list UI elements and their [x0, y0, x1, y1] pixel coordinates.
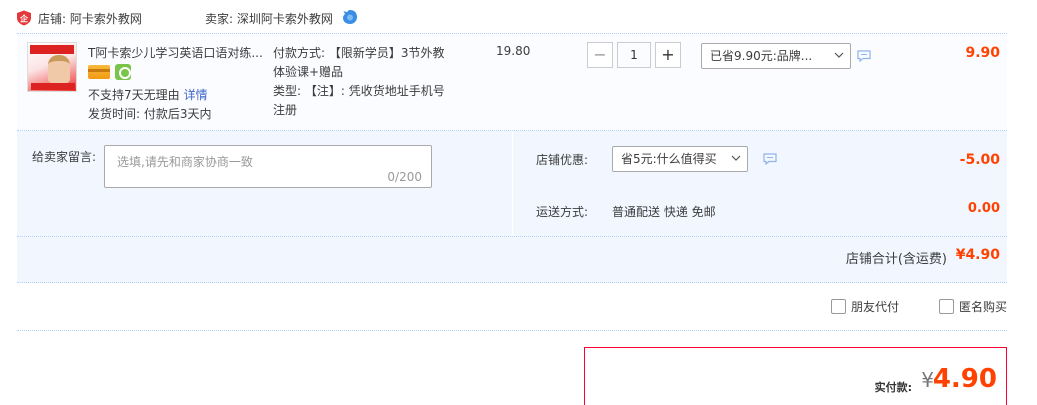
- credit-card-icon: [88, 65, 110, 79]
- ship-time: 发货时间: 付款后3天内: [88, 107, 212, 121]
- friend-pay-option[interactable]: 朋友代付: [831, 298, 899, 315]
- friend-pay-label: 朋友代付: [851, 300, 900, 314]
- shop-promo-dropdown[interactable]: 省5元:什么值得买: [612, 146, 748, 172]
- chevron-down-icon: [834, 52, 844, 58]
- comment-icon[interactable]: [763, 153, 777, 165]
- svg-text:企: 企: [19, 14, 29, 24]
- anonymous-purchase-option[interactable]: 匿名购买: [939, 298, 1007, 315]
- pay-label: 实付款:: [874, 381, 912, 394]
- comment-icon[interactable]: [857, 50, 871, 62]
- shop-promo-selected: 省5元:什么值得买: [621, 152, 717, 166]
- sku-line: 体验课+赠品: [273, 65, 344, 79]
- item-total: 9.90: [965, 45, 1000, 61]
- return-policy-detail-link[interactable]: 详情: [184, 88, 208, 102]
- sku-info: 付款方式: 【限新学员】3节外教 体验课+赠品 类型: 【注】: 凭收货地址手机…: [273, 44, 463, 120]
- quantity-input[interactable]: 1: [617, 42, 651, 68]
- anonymous-purchase-label: 匿名购买: [959, 300, 1008, 314]
- sku-line: 注册: [273, 103, 298, 117]
- anonymous-purchase-checkbox[interactable]: [939, 299, 954, 314]
- service-badge-icon: [115, 64, 131, 80]
- sku-line: 类型: 【注】: 凭收货地址手机号: [273, 84, 445, 98]
- unit-price: 19.80: [496, 44, 531, 58]
- payment-summary: 实付款: ¥ 4.90: [584, 347, 1007, 405]
- seller-message-placeholder: 选填,请先和商家协商一致: [117, 155, 253, 169]
- shipping-amount: 0.00: [967, 201, 1000, 216]
- shop-promo-label: 店铺优惠:: [536, 153, 589, 167]
- decrease-quantity-button[interactable]: −: [587, 42, 613, 68]
- shipping-label: 运送方式:: [536, 205, 589, 219]
- seller-name[interactable]: 卖家: 深圳阿卡索外教网: [205, 10, 333, 27]
- return-policy: 不支持7天无理由 详情: [88, 86, 208, 103]
- seller-message-label: 给卖家留言:: [32, 150, 97, 164]
- order-extras-panel: 给卖家留言: 选填,请先和商家协商一致 0/200 店铺优惠: 省5元:什么值得…: [17, 131, 1007, 283]
- shipping-method: 普通配送 快递 免邮: [612, 205, 716, 219]
- product-title[interactable]: T阿卡索少儿学习英语口语对练...: [88, 44, 268, 61]
- seller-message-input[interactable]: 选填,请先和商家协商一致 0/200: [104, 145, 432, 188]
- wangwang-chat-icon[interactable]: [342, 9, 358, 25]
- shop-icon: 企: [17, 10, 31, 26]
- item-promo-selected: 已省9.90元:品牌...: [710, 49, 813, 63]
- seller-message-counter: 0/200: [387, 170, 422, 184]
- order-item-row: T阿卡索少儿学习英语口语对练... 不支持7天无理由 详情 发货时间: 付款后3天…: [17, 33, 1007, 131]
- increase-quantity-button[interactable]: +: [655, 42, 681, 68]
- friend-pay-checkbox[interactable]: [831, 299, 846, 314]
- shop-promo-amount: -5.00: [959, 152, 1000, 168]
- shop-subtotal-value: ¥4.90: [955, 247, 1000, 263]
- product-thumbnail[interactable]: [27, 42, 77, 92]
- quantity-stepper: − 1 +: [587, 42, 681, 68]
- shop-header: 企 店铺: 阿卡索外教网: [16, 8, 142, 28]
- shop-subtotal-label: 店铺合计(含运费): [845, 252, 947, 267]
- item-promo-dropdown[interactable]: 已省9.90元:品牌...: [701, 43, 851, 69]
- pay-amount: 4.90: [932, 364, 997, 394]
- sku-line: 付款方式: 【限新学员】3节外教: [273, 46, 445, 60]
- return-policy-text: 不支持7天无理由: [88, 88, 180, 102]
- chevron-down-icon: [731, 155, 741, 161]
- shop-name[interactable]: 店铺: 阿卡索外教网: [38, 10, 142, 27]
